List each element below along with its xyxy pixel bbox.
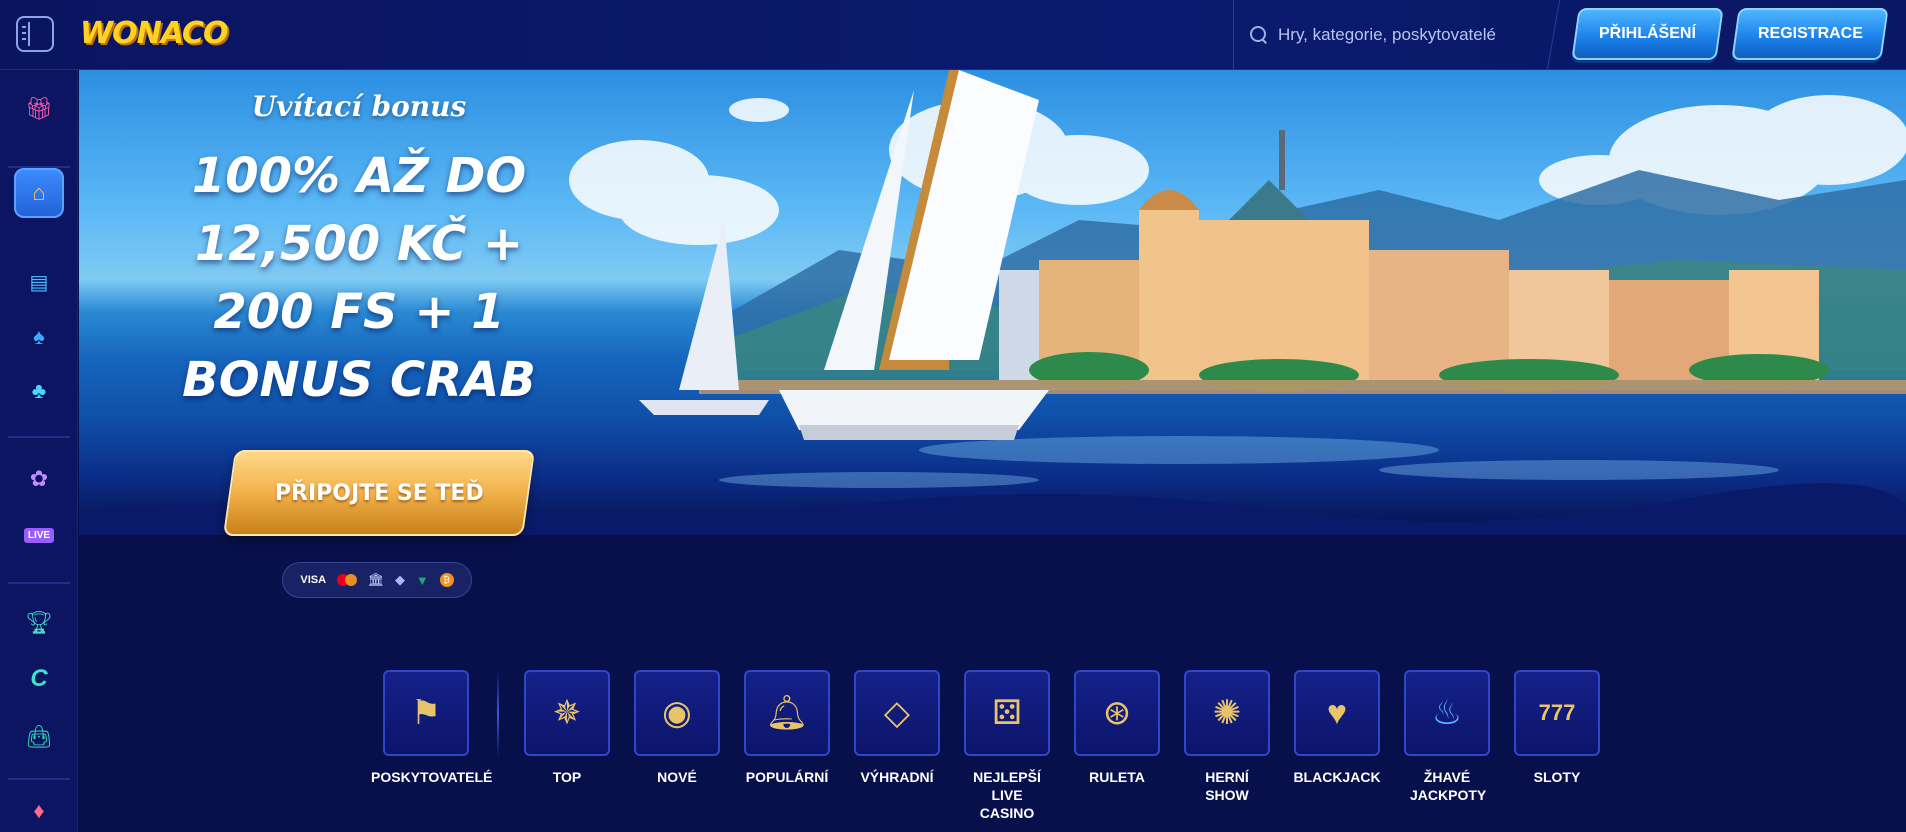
chip-icon: ◉ <box>662 694 692 732</box>
flame-icon: ♨ <box>1431 694 1463 732</box>
mastercard-icon <box>336 574 357 586</box>
home-icon: ⌂ <box>32 180 46 205</box>
dice-chip-icon: ⚄ <box>992 694 1022 732</box>
bonus-subtitle: Uvítací bonus <box>251 90 467 123</box>
sidebar-item-live[interactable]: LIVE <box>14 510 64 560</box>
divider <box>497 670 499 758</box>
category-label: POSKYTOVATELÉ <box>371 769 493 785</box>
search-placeholder: Hry, kategorie, poskytovatelé <box>1278 25 1496 44</box>
category-new[interactable]: ◉ NOVÉ <box>622 670 732 786</box>
login-label: PŘIHLÁŠENÍ <box>1599 25 1696 42</box>
providers-icon: ⚑ <box>410 694 442 732</box>
wheel-icon: ✺ <box>1212 694 1242 732</box>
join-now-button[interactable]: PŘIPOJTE SE TEĎ <box>222 450 536 536</box>
sidebar-item-lucky[interactable]: ♣ <box>14 366 64 416</box>
sidebar-item-gift[interactable]: 🎁︎ <box>14 84 64 134</box>
slot-machine-icon: ▤ <box>29 272 49 294</box>
sidebar-item-slots[interactable]: ▤ <box>14 258 64 308</box>
category-blackjack[interactable]: ♥ BLACKJACK <box>1282 670 1392 786</box>
category-label: NEJLEPŠÍ LIVE CASINO <box>973 769 1041 821</box>
tether-icon: ▼ <box>415 572 429 588</box>
category-label: VÝHRADNÍ <box>860 769 934 785</box>
bell-icon: 🔔︎ <box>765 694 809 732</box>
category-label: ŽHAVÉ JACKPOTY <box>1410 769 1487 803</box>
divider <box>8 436 70 438</box>
category-roulette[interactable]: ⊛ RULETA <box>1062 670 1172 786</box>
sidebar-item-home[interactable]: ⌂ <box>14 168 64 218</box>
divider <box>8 582 70 584</box>
join-now-label: PŘIPOJTE SE TEĎ <box>274 480 484 506</box>
category-best-live-casino[interactable]: ⚄ NEJLEPŠÍ LIVE CASINO <box>952 670 1062 822</box>
sidebar-item-tournaments[interactable]: 🏆︎ <box>14 598 64 648</box>
category-label: BLACKJACK <box>1293 769 1381 785</box>
diamond-icon: ◇ <box>883 694 911 732</box>
category-providers[interactable]: ⚑ POSKYTOVATELÉ <box>371 670 493 786</box>
divider <box>1546 0 1561 70</box>
register-button[interactable]: REGISTRACE <box>1731 8 1889 60</box>
welcome-bonus: Uvítací bonus 100% AŽ DO 12,500 KČ + 200… <box>79 70 639 610</box>
login-button[interactable]: PŘIHLÁŠENÍ <box>1571 8 1724 60</box>
trophy-icon: 🏆︎ <box>25 610 53 635</box>
search-input[interactable]: Hry, kategorie, poskytovatelé <box>1250 20 1540 50</box>
logo[interactable]: WONACO <box>80 16 229 51</box>
category-label: NOVÉ <box>657 769 697 785</box>
visa-icon: VISA <box>300 574 327 586</box>
payment-methods: VISA 🏛︎ ◆ ▼ ₿ <box>282 562 472 598</box>
slots-777-icon: 777 <box>1538 700 1576 725</box>
bonus-title: 100% AŽ DO 12,500 KČ + 200 FS + 1 BONUS … <box>182 148 536 408</box>
category-label: RULETA <box>1089 769 1145 785</box>
sidebar-item-cards[interactable]: ♠ <box>14 312 64 362</box>
category-label: TOP <box>552 769 582 785</box>
category-label: POPULÁRNÍ <box>745 769 829 785</box>
category-label: SLOTY <box>1533 769 1581 785</box>
clover-icon: ♣ <box>31 378 47 403</box>
live-icon: LIVE <box>23 527 55 543</box>
gift-icon: 🎁︎ <box>25 96 53 121</box>
top-bar: WONACO Hry, kategorie, poskytovatelé PŘI… <box>0 0 1906 70</box>
category-top[interactable]: ✵ TOP <box>512 670 622 786</box>
sidebar-toggle-icon[interactable] <box>16 16 54 52</box>
register-label: REGISTRACE <box>1757 25 1863 42</box>
divider <box>1233 0 1234 70</box>
sidebar-item-poker[interactable]: ✿ <box>14 454 64 504</box>
category-slots[interactable]: 777 SLOTY <box>1502 670 1612 786</box>
compass-star-icon: ✵ <box>552 694 582 732</box>
search-icon <box>1250 26 1268 44</box>
category-label: HERNÍ SHOW <box>1205 769 1249 803</box>
card-icon: ♠ <box>33 324 45 349</box>
category-hot-jackpots[interactable]: ♨ ŽHAVÉ JACKPOTY <box>1392 670 1502 804</box>
category-game-show[interactable]: ✺ HERNÍ SHOW <box>1172 670 1282 804</box>
bank-icon: 🏛︎ <box>367 572 385 587</box>
ethereum-icon: ◆ <box>395 572 406 587</box>
category-popular[interactable]: 🔔︎ POPULÁRNÍ <box>732 670 842 786</box>
poker-chip-icon: ✿ <box>29 466 49 491</box>
roulette-icon: ⊛ <box>1102 694 1132 732</box>
category-exclusive[interactable]: ◇ VÝHRADNÍ <box>842 670 952 786</box>
bitcoin-icon: ₿ <box>439 573 454 587</box>
category-nav: ⚑ POSKYTOVATELÉ ✵ TOP ◉ NOVÉ 🔔︎ POPULÁRN… <box>0 670 1906 832</box>
cards-icon: ♥ <box>1326 694 1348 732</box>
